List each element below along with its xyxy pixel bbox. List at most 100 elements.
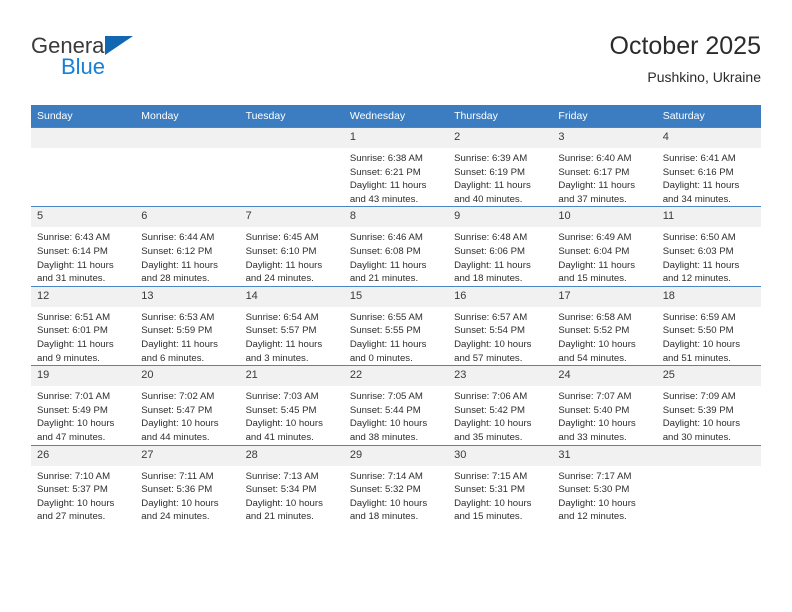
day-number: 6	[135, 207, 240, 228]
sun-times-text: Sunrise: 7:03 AM Sunset: 5:45 PM Dayligh…	[245, 391, 323, 443]
calendar-day-cell[interactable]: 2 Sunrise: 6:39 AM Sunset: 6:19 PM Daylig…	[448, 126, 553, 207]
calendar-day-cell-empty	[135, 126, 240, 207]
calendar-day-cell[interactable]: 15 Sunrise: 6:55 AM Sunset: 5:55 PM Dayli…	[343, 285, 449, 366]
sun-times-text: Sunrise: 7:01 AM Sunset: 5:49 PM Dayligh…	[37, 391, 115, 443]
calendar-week-row: 1 Sunrise: 6:38 AM Sunset: 6:21 PM Daylig…	[31, 126, 761, 207]
sun-times-text	[657, 466, 761, 470]
sun-times-text: Sunrise: 6:45 AM Sunset: 6:10 PM Dayligh…	[245, 232, 323, 285]
calendar-day-cell[interactable]: 16 Sunrise: 6:57 AM Sunset: 5:54 PM Dayli…	[448, 285, 553, 366]
day-number: 27	[135, 445, 240, 466]
day-number	[239, 128, 344, 148]
day-number	[31, 128, 136, 148]
day-number: 8	[343, 207, 449, 228]
day-number: 19	[31, 366, 136, 387]
day-number: 5	[31, 207, 136, 228]
calendar-week-row: 19 Sunrise: 7:01 AM Sunset: 5:49 PM Dayli…	[31, 365, 761, 445]
weekday-header-monday: Monday	[135, 105, 240, 128]
sun-times-text: Sunrise: 6:40 AM Sunset: 6:17 PM Dayligh…	[558, 153, 636, 205]
day-number: 7	[239, 207, 344, 228]
calendar-day-cell[interactable]: 31 Sunrise: 7:17 AM Sunset: 5:30 PM Dayli…	[552, 444, 657, 524]
weekday-header-thursday: Thursday	[448, 105, 553, 128]
day-number: 26	[31, 445, 136, 466]
sun-times-text: Sunrise: 6:46 AM Sunset: 6:08 PM Dayligh…	[349, 232, 427, 285]
triangle-flag-icon	[105, 36, 133, 55]
calendar-day-cell[interactable]: 28 Sunrise: 7:13 AM Sunset: 5:34 PM Dayli…	[239, 444, 344, 524]
title-block: October 2025 Pushkino, Ukraine	[610, 30, 762, 88]
page-subtitle: Pushkino, Ukraine	[647, 69, 761, 85]
calendar-day-cell[interactable]: 26 Sunrise: 7:10 AM Sunset: 5:37 PM Dayli…	[31, 444, 136, 524]
day-number: 3	[552, 128, 657, 148]
brand-name-blue: Blue	[61, 54, 106, 79]
calendar-day-cell[interactable]: 24 Sunrise: 7:07 AM Sunset: 5:40 PM Dayli…	[552, 365, 657, 445]
calendar-day-cell-empty	[239, 126, 344, 207]
sun-times-text	[240, 148, 344, 152]
brand-logo[interactable]: General Blue	[31, 34, 231, 86]
calendar-day-cell[interactable]: 27 Sunrise: 7:11 AM Sunset: 5:36 PM Dayli…	[135, 444, 240, 524]
day-number: 16	[448, 286, 553, 307]
calendar-table: Sunday Monday Tuesday Wednesday Thursday…	[31, 105, 761, 524]
sun-times-text: Sunrise: 7:09 AM Sunset: 5:39 PM Dayligh…	[662, 391, 741, 443]
calendar-day-cell[interactable]: 10 Sunrise: 6:49 AM Sunset: 6:04 PM Dayli…	[552, 206, 657, 287]
calendar-day-cell[interactable]: 22 Sunrise: 7:05 AM Sunset: 5:44 PM Dayli…	[343, 365, 449, 445]
calendar-day-cell[interactable]: 30 Sunrise: 7:15 AM Sunset: 5:31 PM Dayli…	[448, 444, 553, 524]
day-number: 28	[239, 445, 344, 466]
sun-times-text: Sunrise: 6:51 AM Sunset: 6:01 PM Dayligh…	[37, 311, 114, 364]
day-number: 22	[343, 366, 449, 387]
calendar-day-cell[interactable]: 18 Sunrise: 6:59 AM Sunset: 5:50 PM Dayli…	[656, 285, 761, 366]
day-number: 11	[656, 207, 761, 228]
day-number	[135, 128, 240, 148]
calendar-day-cell[interactable]: 17 Sunrise: 6:58 AM Sunset: 5:52 PM Dayli…	[552, 285, 657, 366]
calendar-day-cell-empty	[31, 126, 136, 207]
day-number: 23	[448, 366, 553, 387]
sun-times-text: Sunrise: 7:05 AM Sunset: 5:44 PM Dayligh…	[349, 391, 428, 443]
day-number: 20	[135, 366, 240, 387]
sun-times-text: Sunrise: 6:55 AM Sunset: 5:55 PM Dayligh…	[349, 311, 427, 364]
calendar-day-cell[interactable]: 8 Sunrise: 6:46 AM Sunset: 6:08 PM Daylig…	[343, 206, 449, 287]
sun-times-text: Sunrise: 6:49 AM Sunset: 6:04 PM Dayligh…	[558, 232, 636, 285]
day-number: 21	[239, 366, 344, 387]
day-number: 10	[552, 207, 657, 228]
calendar-day-cell[interactable]: 9 Sunrise: 6:48 AM Sunset: 6:06 PM Daylig…	[448, 206, 553, 287]
calendar-day-cell[interactable]: 4 Sunrise: 6:41 AM Sunset: 6:16 PM Daylig…	[656, 126, 761, 207]
calendar-week-row: 26 Sunrise: 7:10 AM Sunset: 5:37 PM Dayli…	[31, 444, 761, 524]
calendar-day-cell[interactable]: 1 Sunrise: 6:38 AM Sunset: 6:21 PM Daylig…	[343, 126, 449, 207]
weekday-header-saturday: Saturday	[656, 105, 761, 128]
calendar-day-cell[interactable]: 23 Sunrise: 7:06 AM Sunset: 5:42 PM Dayli…	[448, 365, 553, 445]
calendar-day-cell[interactable]: 14 Sunrise: 6:54 AM Sunset: 5:57 PM Dayli…	[239, 285, 344, 366]
sun-times-text: Sunrise: 7:13 AM Sunset: 5:34 PM Dayligh…	[245, 470, 323, 523]
calendar-day-cell[interactable]: 25 Sunrise: 7:09 AM Sunset: 5:39 PM Dayli…	[656, 365, 761, 445]
sun-times-text: Sunrise: 7:07 AM Sunset: 5:40 PM Dayligh…	[558, 391, 636, 443]
calendar-day-cell[interactable]: 3 Sunrise: 6:40 AM Sunset: 6:17 PM Daylig…	[552, 126, 657, 207]
calendar-day-cell[interactable]: 13 Sunrise: 6:53 AM Sunset: 5:59 PM Dayli…	[135, 285, 240, 366]
calendar-day-cell[interactable]: 29 Sunrise: 7:14 AM Sunset: 5:32 PM Dayli…	[343, 444, 449, 524]
calendar-day-cell[interactable]: 6 Sunrise: 6:44 AM Sunset: 6:12 PM Daylig…	[135, 206, 240, 287]
sun-times-text: Sunrise: 6:48 AM Sunset: 6:06 PM Dayligh…	[454, 232, 531, 285]
calendar-day-cell[interactable]: 11 Sunrise: 6:50 AM Sunset: 6:03 PM Dayli…	[656, 206, 761, 287]
sun-times-text: Sunrise: 6:50 AM Sunset: 6:03 PM Dayligh…	[662, 232, 740, 285]
calendar-day-cell[interactable]: 20 Sunrise: 7:02 AM Sunset: 5:47 PM Dayli…	[135, 365, 240, 445]
calendar-day-cell[interactable]: 7 Sunrise: 6:45 AM Sunset: 6:10 PM Daylig…	[239, 206, 344, 287]
day-number: 2	[448, 128, 553, 148]
sun-times-text	[135, 148, 239, 152]
day-number: 14	[239, 286, 344, 307]
day-number: 9	[448, 207, 553, 228]
sun-times-text: Sunrise: 6:58 AM Sunset: 5:52 PM Dayligh…	[558, 311, 636, 364]
sun-times-text: Sunrise: 6:53 AM Sunset: 5:59 PM Dayligh…	[141, 311, 218, 364]
calendar-day-cell[interactable]: 21 Sunrise: 7:03 AM Sunset: 5:45 PM Dayli…	[239, 365, 344, 445]
weekday-header-friday: Friday	[552, 105, 657, 128]
sun-times-text: Sunrise: 6:59 AM Sunset: 5:50 PM Dayligh…	[662, 311, 741, 364]
day-number: 29	[343, 445, 449, 466]
calendar-week-row: 5 Sunrise: 6:43 AM Sunset: 6:14 PM Daylig…	[31, 206, 761, 287]
calendar-day-cell[interactable]: 5 Sunrise: 6:43 AM Sunset: 6:14 PM Daylig…	[31, 206, 136, 287]
sun-times-text	[31, 148, 135, 152]
sun-times-text: Sunrise: 7:17 AM Sunset: 5:30 PM Dayligh…	[558, 470, 636, 523]
day-number	[656, 445, 761, 466]
weekday-header-tuesday: Tuesday	[239, 105, 344, 128]
weekday-header-wednesday: Wednesday	[343, 105, 449, 128]
sun-times-text: Sunrise: 6:38 AM Sunset: 6:21 PM Dayligh…	[349, 153, 427, 205]
sun-times-text: Sunrise: 7:06 AM Sunset: 5:42 PM Dayligh…	[454, 391, 532, 443]
calendar-day-cell[interactable]: 19 Sunrise: 7:01 AM Sunset: 5:49 PM Dayli…	[31, 365, 136, 445]
sun-times-text: Sunrise: 7:11 AM Sunset: 5:36 PM Dayligh…	[141, 470, 219, 523]
calendar-day-cell[interactable]: 12 Sunrise: 6:51 AM Sunset: 6:01 PM Dayli…	[31, 285, 136, 366]
day-number: 15	[343, 286, 449, 307]
